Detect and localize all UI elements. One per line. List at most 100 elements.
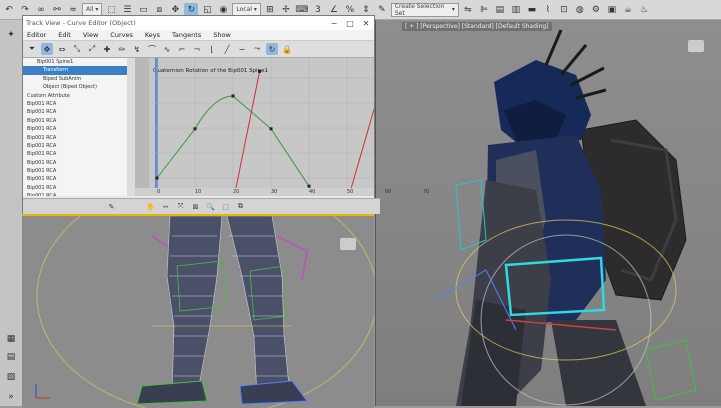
zoom-horizontal-extents-icon[interactable]: ⇿ xyxy=(160,201,171,212)
parameter-curve-out-icon[interactable]: ⤳ xyxy=(251,43,263,55)
tree-item[interactable]: Bip001 RCA xyxy=(23,184,127,192)
left-command-strip: ✦ ▦ ▤ ▨ » xyxy=(0,20,22,406)
tangent-slow-icon[interactable]: ¬ xyxy=(191,43,203,55)
tangent-spline-icon[interactable]: ∿ xyxy=(161,43,173,55)
align-icon[interactable]: ⊫ xyxy=(477,3,491,17)
edit-named-selection-icon[interactable]: ✎ xyxy=(375,3,389,17)
layout-tab-icon[interactable]: ▤ xyxy=(4,350,18,364)
curve-key-point xyxy=(193,127,197,131)
ruler-tick-label: 20 xyxy=(233,189,240,195)
curve-graph[interactable]: Quaternion Rotation of the Bip001 Spine1… xyxy=(135,58,374,188)
tangent-fast-icon[interactable]: ⌐ xyxy=(176,43,188,55)
curve-plot xyxy=(135,58,374,188)
curve-key-point xyxy=(155,176,159,180)
tangent-smooth-icon[interactable]: ∽ xyxy=(236,43,248,55)
named-selection-placeholder: Create Selection Set xyxy=(394,2,445,17)
pin-icon[interactable]: ✦ xyxy=(4,28,18,42)
tree-item[interactable]: Bip001 RCA xyxy=(23,134,127,142)
ruler-tick-label: 40 xyxy=(309,189,316,195)
render-teapot-icon[interactable]: ☕ xyxy=(621,3,635,17)
tree-item[interactable]: Custom Attribute xyxy=(23,92,127,100)
tree-item[interactable]: Bip001 RCA xyxy=(23,108,127,116)
toggle-ribbon-icon[interactable]: ▬ xyxy=(525,3,539,17)
key-entry-icon[interactable]: ✎ xyxy=(106,201,117,212)
menu-keys[interactable]: Keys xyxy=(145,31,160,39)
ruler-tick-label: 70 xyxy=(423,189,430,195)
named-selection-dropdown[interactable]: Create Selection Set ▾ xyxy=(390,2,459,17)
tree-item-object-biped-object-[interactable]: Object (Biped Object) xyxy=(23,83,127,91)
filters-icon[interactable]: ⏷ xyxy=(26,43,38,55)
schematic-view-icon[interactable]: ⊡ xyxy=(557,3,571,17)
tree-item-bip001-spine1[interactable]: Bip001 Spine1 xyxy=(23,58,127,66)
lock-selection-icon[interactable]: 🔒 xyxy=(281,43,293,55)
show-keyable-icon[interactable]: ↻ xyxy=(266,43,278,55)
maximize-icon[interactable]: □ xyxy=(342,19,358,28)
slide-keys-icon[interactable]: ⇔ xyxy=(56,43,68,55)
curve-key-point xyxy=(258,69,262,73)
curve-key-point xyxy=(269,127,273,131)
frame-value-extents-icon[interactable]: ⊠ xyxy=(190,201,201,212)
menu-view[interactable]: View xyxy=(83,31,98,39)
tree-item[interactable]: Bip001 RCA xyxy=(23,125,127,133)
menu-editor[interactable]: Editor xyxy=(27,31,46,39)
tangent-auto-icon[interactable]: ⌒ xyxy=(146,43,158,55)
curve-series-1 xyxy=(235,71,261,188)
ruler-tick-label: 10 xyxy=(195,189,202,195)
tree-item[interactable]: Bip001 RCA xyxy=(23,142,127,150)
tangent-linear-icon[interactable]: ╱ xyxy=(221,43,233,55)
tree-item[interactable]: Bip001 RCA xyxy=(23,150,127,158)
add-keys-icon[interactable]: ✚ xyxy=(101,43,113,55)
move-keys-icon[interactable]: ✥ xyxy=(41,43,53,55)
zoom-value-extents-icon[interactable]: ⤧ xyxy=(175,201,186,212)
frame-ruler[interactable]: 0 10 20 30 40 50 60 70 xyxy=(135,188,429,196)
scale-keys-icon[interactable]: ⤡ xyxy=(71,43,83,55)
track-view-titlebar[interactable]: Track View - Curve Editor (Object) − □ ✕ xyxy=(23,16,374,30)
rendered-frame-window-icon[interactable]: ▣ xyxy=(605,3,619,17)
tree-item[interactable]: Bip001 RCA xyxy=(23,117,127,125)
perspective-viewport[interactable]: [ + ] [Perspective] [Standard] [Default … xyxy=(375,20,721,406)
reduce-keys-icon[interactable]: ↯ xyxy=(131,43,143,55)
tangent-step-icon[interactable]: ⌊ xyxy=(206,43,218,55)
toggle-layer-explorer-icon[interactable]: ▥ xyxy=(509,3,523,17)
draw-curves-icon[interactable]: ✏ xyxy=(116,43,128,55)
front-viewport[interactable] xyxy=(22,214,374,408)
tree-item[interactable]: Bip001 RCA xyxy=(23,175,127,183)
zoom-region-icon[interactable]: ⬚ xyxy=(220,201,231,212)
tree-item[interactable]: Bip001 RCA xyxy=(23,100,127,108)
track-view-title: Track View - Curve Editor (Object) xyxy=(26,19,136,27)
menu-edit[interactable]: Edit xyxy=(58,31,71,39)
selection-filter-value: All xyxy=(86,6,94,13)
pan-icon[interactable]: ✋ xyxy=(145,201,156,212)
viewport-layout-icon[interactable]: ▦ xyxy=(4,332,18,346)
menu-tangents[interactable]: Tangents xyxy=(172,31,201,39)
wireframe-legs-render xyxy=(35,216,374,408)
material-editor-icon[interactable]: ◍ xyxy=(573,3,587,17)
character-render xyxy=(435,29,697,406)
reference-coordinate-value: Local xyxy=(236,6,252,13)
tree-item-biped-subanim[interactable]: Biped SubAnim xyxy=(23,75,127,83)
tree-scrollbar[interactable] xyxy=(127,58,135,196)
tree-item-transform[interactable]: Transform xyxy=(23,66,127,75)
mirror-icon[interactable]: ⇋ xyxy=(461,3,475,17)
add-layout-icon[interactable]: » xyxy=(4,390,18,404)
tree-item[interactable]: Bip001 RCA xyxy=(23,167,127,175)
ruler-tick-label: 30 xyxy=(271,189,278,195)
menu-curves[interactable]: Curves xyxy=(110,31,133,39)
render-setup-icon[interactable]: ⚙ xyxy=(589,3,603,17)
toggle-scene-explorer-icon[interactable]: ▤ xyxy=(493,3,507,17)
scale-values-icon[interactable]: ⤢ xyxy=(86,43,98,55)
isolate-curve-icon[interactable]: ⧉ xyxy=(235,201,246,212)
curve-editor-icon[interactable]: ⌇ xyxy=(541,3,555,17)
tree-item[interactable]: Bip001 RCA xyxy=(23,192,127,196)
close-icon[interactable]: ✕ xyxy=(358,19,374,28)
curve-key-point xyxy=(231,94,235,98)
undo-icon[interactable]: ↶ xyxy=(2,3,16,17)
layout-tab-alt-icon[interactable]: ▨ xyxy=(4,370,18,384)
zoom-icon[interactable]: 🔍 xyxy=(205,201,216,212)
controller-tree[interactable]: Bip001 Spine1 Transform Biped SubAnim Objec… xyxy=(23,58,128,196)
menu-show[interactable]: Show xyxy=(213,31,231,39)
render-iterative-icon[interactable]: ♨ xyxy=(637,3,651,17)
tree-item[interactable]: Bip001 RCA xyxy=(23,159,127,167)
ruler-tick-label: 50 xyxy=(347,189,354,195)
minimize-icon[interactable]: − xyxy=(326,19,342,28)
